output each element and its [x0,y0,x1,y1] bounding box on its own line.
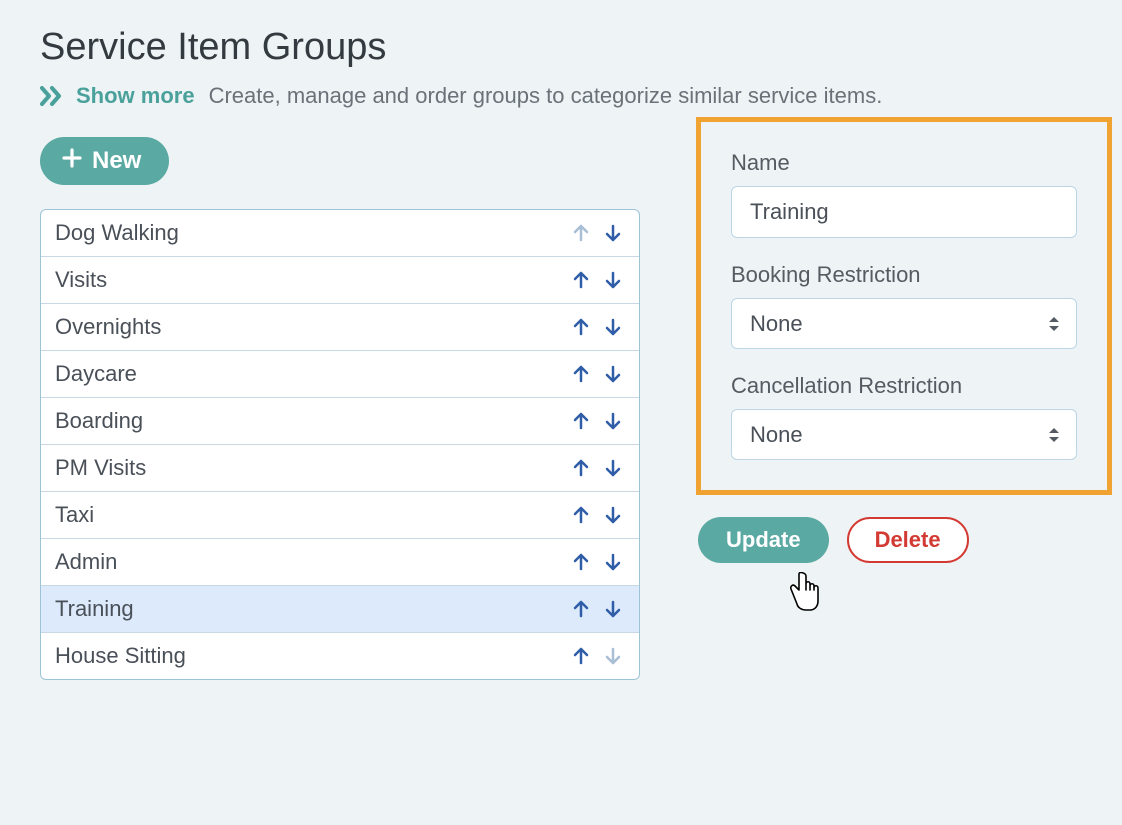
group-row-label: House Sitting [55,643,569,669]
delete-button[interactable]: Delete [847,517,969,563]
group-row[interactable]: Boarding [41,398,639,445]
group-row-label: Overnights [55,314,569,340]
show-more-link[interactable]: Show more [40,83,195,109]
booking-restriction-select[interactable]: None [731,298,1077,349]
group-row[interactable]: Training [41,586,639,633]
double-chevron-right-icon [40,85,66,107]
move-down-button[interactable] [601,315,625,339]
new-button-label: New [92,147,141,175]
cancellation-restriction-select[interactable]: None [731,409,1077,460]
move-up-button[interactable] [569,644,593,668]
group-row[interactable]: Overnights [41,304,639,351]
group-row-label: Admin [55,549,569,575]
move-down-button[interactable] [601,409,625,433]
group-row[interactable]: Taxi [41,492,639,539]
form-highlight: Name Booking Restriction None [696,117,1112,495]
move-down-button[interactable] [601,503,625,527]
cancellation-restriction-label: Cancellation Restriction [731,373,1077,399]
move-up-button[interactable] [569,315,593,339]
group-row-label: Visits [55,267,569,293]
move-up-button[interactable] [569,503,593,527]
page-title: Service Item Groups [40,26,1082,69]
group-row[interactable]: Dog Walking [41,210,639,257]
group-list: Dog Walking Visits Overnights Daycare Boardi… [40,209,640,680]
show-more-label: Show more [76,83,195,109]
move-up-button[interactable] [569,362,593,386]
move-up-button[interactable] [569,409,593,433]
update-button[interactable]: Update [698,517,829,563]
move-down-button[interactable] [601,597,625,621]
group-row[interactable]: Visits [41,257,639,304]
group-row[interactable]: PM Visits [41,445,639,492]
move-up-button[interactable] [569,550,593,574]
plus-icon [62,147,82,175]
move-up-button [569,221,593,245]
name-input[interactable] [731,186,1077,238]
group-row[interactable]: Daycare [41,351,639,398]
move-down-button[interactable] [601,362,625,386]
name-label: Name [731,150,1077,176]
group-row-label: Daycare [55,361,569,387]
move-down-button[interactable] [601,456,625,480]
group-row[interactable]: Admin [41,539,639,586]
move-up-button[interactable] [569,268,593,292]
page-description: Create, manage and order groups to categ… [209,83,883,109]
move-down-button [601,644,625,668]
group-row-label: Boarding [55,408,569,434]
group-row[interactable]: House Sitting [41,633,639,679]
move-up-button[interactable] [569,597,593,621]
group-row-label: Training [55,596,569,622]
booking-restriction-label: Booking Restriction [731,262,1077,288]
move-down-button[interactable] [601,268,625,292]
move-up-button[interactable] [569,456,593,480]
move-down-button[interactable] [601,550,625,574]
new-button[interactable]: New [40,137,169,185]
move-down-button[interactable] [601,221,625,245]
group-row-label: PM Visits [55,455,569,481]
group-row-label: Taxi [55,502,569,528]
group-row-label: Dog Walking [55,220,569,246]
